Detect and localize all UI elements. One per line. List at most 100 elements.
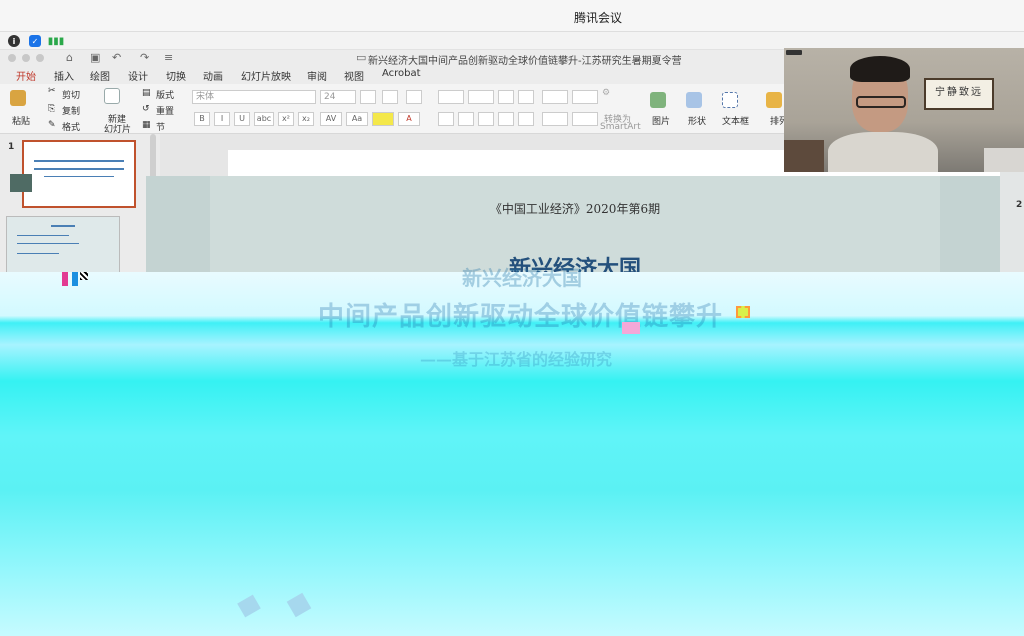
ghost-title-line1: 新兴经济大国: [462, 266, 582, 290]
speaker-video[interactable]: 宁静致远: [784, 48, 1024, 172]
slide-thumbnail-2[interactable]: [6, 216, 120, 274]
copy-icon[interactable]: ⎘: [48, 104, 55, 114]
font-size-select[interactable]: 24: [320, 90, 356, 104]
right-pane-strip: [1000, 172, 1024, 272]
align-right-icon[interactable]: [478, 112, 494, 126]
minimize-window-button[interactable]: [22, 54, 30, 62]
line-spacing-icon[interactable]: [542, 90, 568, 104]
format-painter-icon[interactable]: ✎: [48, 120, 56, 130]
tab-animations[interactable]: 动画: [203, 68, 223, 83]
tab-draw[interactable]: 绘图: [90, 68, 110, 83]
save-icon[interactable]: ▣: [90, 51, 100, 64]
app-titlebar: 腾讯会议: [0, 0, 1024, 32]
thumbnail-pane: 1: [0, 134, 160, 274]
strikethrough-button[interactable]: abc: [254, 112, 274, 126]
decrease-indent-icon[interactable]: [498, 90, 514, 104]
tab-design[interactable]: 设计: [128, 68, 148, 83]
format-painter-button[interactable]: 格式: [62, 120, 80, 133]
superscript-button[interactable]: x²: [278, 112, 294, 126]
glitch-artifact: [72, 272, 78, 286]
align-center-icon[interactable]: [458, 112, 474, 126]
paste-icon[interactable]: [10, 90, 26, 106]
home-icon[interactable]: ⌂: [66, 51, 73, 64]
slide-journal-line: 《中国工业经济》2020年第6期: [489, 202, 661, 216]
glitch-artifact: [62, 272, 68, 286]
arrange-icon[interactable]: [766, 92, 782, 108]
columns-icon[interactable]: [572, 90, 598, 104]
video-paper-stack: [984, 148, 1024, 172]
customize-icon[interactable]: ≡: [164, 51, 173, 64]
video-shelf: [784, 140, 824, 172]
reset-button[interactable]: 重置: [156, 104, 174, 117]
cut-button[interactable]: 剪切: [62, 88, 80, 101]
slide-canvas-top[interactable]: [228, 150, 784, 176]
italic-button[interactable]: I: [214, 112, 230, 126]
section-icon[interactable]: ▦: [142, 120, 151, 130]
zoom-window-button[interactable]: [36, 54, 44, 62]
justify-icon[interactable]: [498, 112, 514, 126]
font-color-button[interactable]: A: [398, 112, 420, 126]
highlight-button[interactable]: [372, 112, 394, 126]
convert-label-2[interactable]: SmartArt: [600, 122, 641, 132]
ribbon: 粘贴 ✂ 剪切 ⎘ 复制 ✎ 格式 新建 幻灯片 ▤ 版式 ↺ 重置 ▦ 节 宋…: [0, 84, 788, 135]
smartart-icon[interactable]: ⚙: [602, 88, 610, 98]
subscript-button[interactable]: x₂: [298, 112, 314, 126]
calligraphy-scroll: 宁静致远: [924, 78, 994, 110]
bold-button[interactable]: B: [194, 112, 210, 126]
thumbnail-image-icon: [10, 174, 32, 192]
layout-button[interactable]: 版式: [156, 88, 174, 101]
distribute-icon[interactable]: [518, 112, 534, 126]
tab-insert[interactable]: 插入: [54, 68, 74, 83]
tab-acrobat[interactable]: Acrobat: [382, 68, 421, 79]
tab-slideshow[interactable]: 幻灯片放映: [241, 68, 291, 83]
tab-view[interactable]: 视图: [344, 68, 364, 83]
undo-icon[interactable]: ↶: [112, 51, 121, 64]
ghost-title-line2: 中间产品创新驱动全球价值链攀升: [318, 302, 724, 332]
tab-review[interactable]: 审阅: [307, 68, 327, 83]
text-direction-icon[interactable]: [542, 112, 568, 126]
slide-right-band: [940, 176, 1000, 272]
shield-icon[interactable]: ✓: [29, 35, 41, 47]
cut-icon[interactable]: ✂: [48, 86, 56, 96]
copy-button[interactable]: 复制: [62, 104, 80, 117]
char-spacing-button[interactable]: AV: [320, 112, 342, 126]
slide-number-2: 2: [1016, 200, 1023, 210]
font-name-select[interactable]: 宋体: [192, 90, 316, 104]
paste-button[interactable]: 粘贴: [12, 114, 30, 127]
increase-indent-icon[interactable]: [518, 90, 534, 104]
info-icon[interactable]: i: [8, 35, 20, 47]
shape-icon[interactable]: [686, 92, 702, 108]
close-window-button[interactable]: [8, 54, 16, 62]
underline-button[interactable]: U: [234, 112, 250, 126]
bullets-icon[interactable]: [438, 90, 464, 104]
decrease-font-icon[interactable]: [382, 90, 398, 104]
numbering-icon[interactable]: [468, 90, 494, 104]
ghost-title-line3: ——基于江苏省的经验研究: [420, 350, 613, 369]
clear-format-icon[interactable]: [406, 90, 422, 104]
align-left-icon[interactable]: [438, 112, 454, 126]
glitch-artifact: [622, 322, 640, 334]
picture-icon[interactable]: [650, 92, 666, 108]
signal-icon[interactable]: ▮▮▮: [48, 35, 65, 47]
shape-button[interactable]: 形状: [688, 114, 706, 127]
reset-icon[interactable]: ↺: [142, 104, 150, 114]
textbox-icon[interactable]: [722, 92, 738, 108]
glitch-artifact: [80, 272, 88, 280]
app-title: 腾讯会议: [573, 11, 622, 25]
document-title: 新兴经济大国中间产品创新驱动全球价值链攀升-江苏研究生暑期夏令营: [368, 56, 682, 67]
align-text-icon[interactable]: [572, 112, 598, 126]
slide-thumbnail-1[interactable]: [22, 140, 136, 208]
section-button[interactable]: 节: [156, 120, 165, 133]
new-slide-icon[interactable]: [104, 88, 120, 104]
increase-font-icon[interactable]: [360, 90, 376, 104]
layout-icon[interactable]: ▤: [142, 88, 151, 98]
video-badge-icon: [786, 50, 802, 55]
tab-transitions[interactable]: 切换: [166, 68, 186, 83]
textbox-button[interactable]: 文本框: [722, 114, 749, 127]
redo-icon[interactable]: ↷: [140, 51, 149, 64]
speaker-hair: [850, 56, 910, 82]
slide-left-band: [146, 176, 210, 272]
picture-button[interactable]: 图片: [652, 114, 670, 127]
change-case-button[interactable]: Aa: [346, 112, 368, 126]
slide-number-1: 1: [8, 142, 15, 152]
